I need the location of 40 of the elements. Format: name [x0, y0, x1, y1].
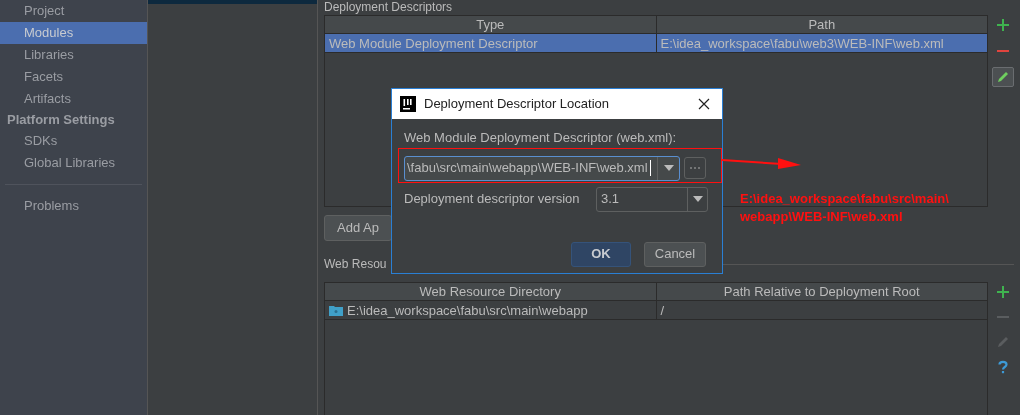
dialog-button[interactable]: Cancel [644, 241, 706, 267]
table-cell-text: / [660, 301, 665, 320]
column-header[interactable]: Type [325, 16, 656, 33]
close-icon[interactable] [698, 98, 710, 110]
caret-icon[interactable] [663, 165, 674, 171]
dialog-button[interactable]: OK [571, 241, 631, 267]
caret-icon[interactable] [692, 196, 703, 202]
add-application-server-button[interactable]: Add Ap [324, 215, 392, 241]
descriptor-path-field[interactable]: \fabu\src\main\webapp\WEB-INF\web.xml [404, 155, 680, 181]
folder-icon [329, 304, 343, 316]
sidebar-header: Platform Settings [6, 111, 116, 129]
browse-button[interactable] [684, 157, 706, 179]
table-cell-text: E:\idea_workspace\fabu\src\main\webapp [347, 301, 588, 320]
table-row[interactable]: Web Module Deployment Descriptor E:\idea_workspace\fabu\web3\WEB-INF\web.xml [325, 34, 987, 53]
sidebar-item[interactable]: Problems [0, 195, 147, 217]
annotation-note: E:\idea_workspace\fabu\src\main\ webapp\WEB-INF\web.xml [740, 190, 949, 226]
table-cell-text: E:\idea_workspace\fabu\web3\WEB-INF\web.xml [660, 34, 944, 53]
sidebar-item[interactable]: Modules [0, 22, 147, 44]
add-icon[interactable] [996, 18, 1010, 32]
help-icon[interactable] [996, 360, 1010, 374]
field-label: Web Module Deployment Descriptor (web.xml): [404, 129, 678, 147]
sidebar-item[interactable]: Global Libraries [0, 152, 147, 174]
sidebar-item[interactable]: Artifacts [0, 88, 147, 110]
sidebar-item[interactable]: Project [0, 0, 147, 22]
section-title: Web Resou [324, 256, 387, 273]
sidebar-item[interactable]: SDKs [0, 130, 147, 152]
column-header[interactable]: Path Relative to Deployment Root [655, 283, 987, 300]
table-cell-text: Web Module Deployment Descriptor [329, 34, 538, 53]
version-dropdown[interactable]: 3.1 [596, 186, 708, 212]
table-row[interactable]: E:\idea_workspace\fabu\src\main\webapp / [325, 301, 987, 320]
column-header[interactable]: Path [655, 16, 987, 33]
dialog-title: Deployment Descriptor Location [424, 95, 610, 114]
section-title: Deployment Descriptors [324, 0, 454, 14]
field-label: Deployment descriptor version [404, 190, 581, 209]
sidebar-item[interactable]: Libraries [0, 44, 147, 66]
app-logo-icon [400, 96, 416, 112]
column-header[interactable]: Web Resource Directory [325, 283, 656, 300]
pencil-icon[interactable] [996, 70, 1010, 84]
sidebar-item[interactable]: Facets [0, 66, 147, 88]
add-icon[interactable] [996, 285, 1010, 299]
